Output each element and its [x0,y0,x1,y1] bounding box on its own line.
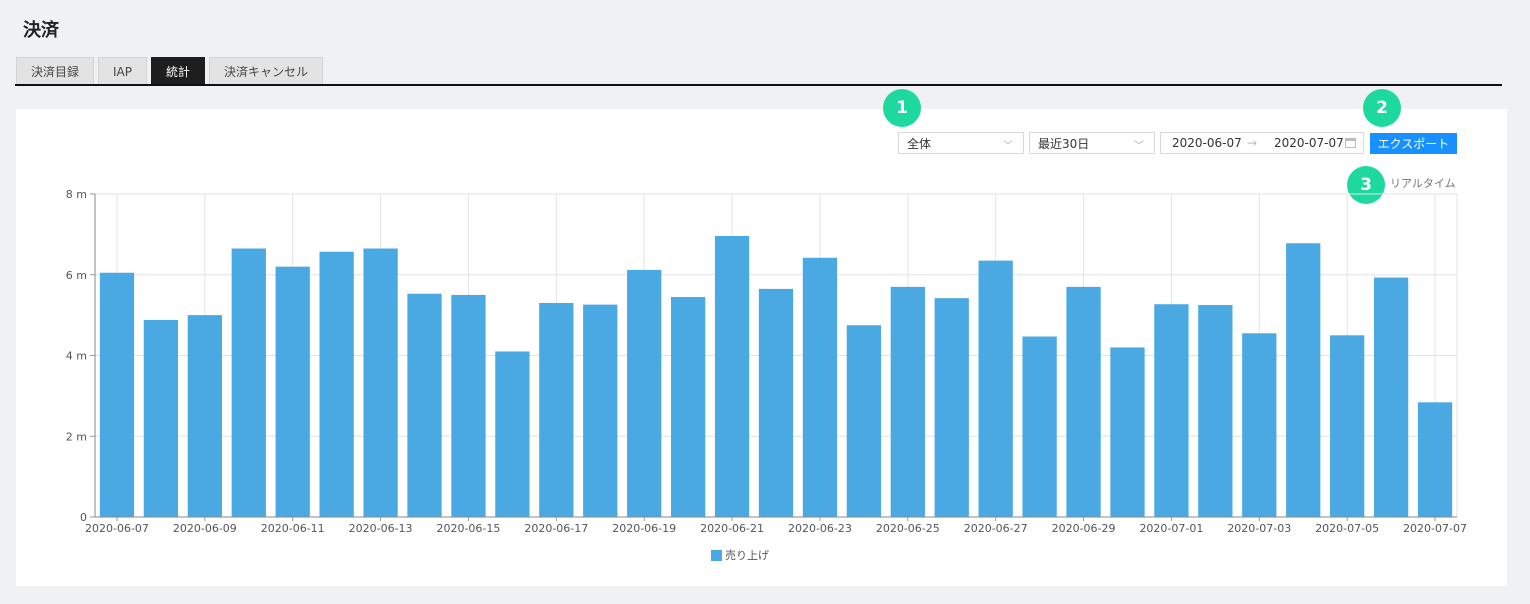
chart-legend: 売り上げ [711,547,769,563]
page-title: 決済 [23,20,59,41]
calendar-icon [1345,138,1356,148]
arrow-right-icon: → [1247,136,1258,150]
step-badge-1: 1 [883,89,921,127]
step-badge-2: 2 [1363,89,1401,127]
period-select-value: 最近30日 [1038,136,1090,151]
tab-iap[interactable]: IAP [98,57,147,85]
tab-bar: 決済目録 IAP 統計 決済キャンセル [16,57,324,85]
chevron-down-icon: ﹀ [1134,141,1144,152]
step-badge-3: 3 [1347,166,1385,204]
date-from[interactable]: 2020-06-07 [1172,136,1242,150]
tab-statistics[interactable]: 統計 [151,57,206,85]
tab-divider [15,84,1502,86]
category-select[interactable]: 全体 ﹀ [898,132,1024,154]
date-range-picker[interactable]: 2020-06-07 → 2020-07-07 [1160,132,1364,154]
export-button[interactable]: エクスポート [1370,133,1457,154]
realtime-link[interactable]: リアルタイム [1390,175,1456,191]
tab-payment-cancel[interactable]: 決済キャンセル [209,57,324,85]
period-select[interactable]: 最近30日 ﹀ [1029,132,1155,154]
statistics-panel [16,109,1507,586]
legend-label: 売り上げ [725,549,769,562]
tab-payment-list[interactable]: 決済目録 [16,57,95,85]
legend-swatch [711,549,722,561]
date-to[interactable]: 2020-07-07 [1274,136,1344,150]
chevron-down-icon: ﹀ [1003,141,1013,152]
category-select-value: 全体 [907,136,932,151]
